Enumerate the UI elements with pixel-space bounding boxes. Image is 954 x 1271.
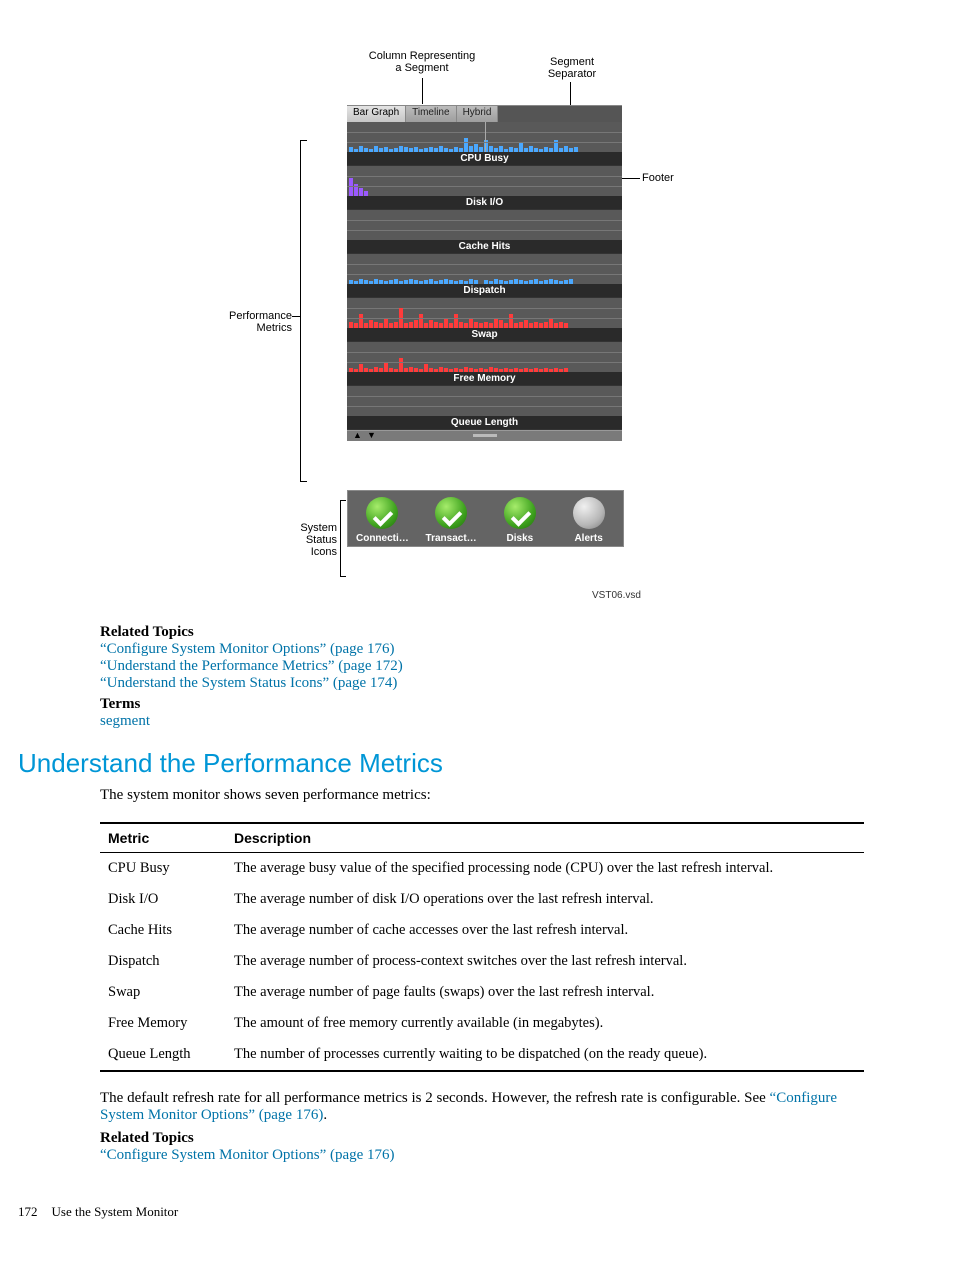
link-configure-options[interactable]: “Configure System Monitor Options” (page… bbox=[100, 641, 395, 657]
system-monitor-diagram: Column Representing a Segment Segment Se… bbox=[202, 50, 762, 610]
intro-paragraph: The system monitor shows seven performan… bbox=[100, 787, 864, 804]
callout-system-status: System Status Icons bbox=[202, 522, 337, 558]
table-row: SwapThe average number of page faults (s… bbox=[100, 977, 864, 1008]
status-grey-icon bbox=[573, 497, 605, 529]
cell-metric: Queue Length bbox=[100, 1039, 226, 1071]
cell-metric: Swap bbox=[100, 977, 226, 1008]
status-ok-icon bbox=[435, 497, 467, 529]
status-label-alerts: Alerts bbox=[557, 533, 621, 544]
cell-description: The average busy value of the specified … bbox=[226, 853, 864, 885]
page-number: 172 bbox=[18, 1204, 38, 1220]
cell-metric: Disk I/O bbox=[100, 884, 226, 915]
section-heading: Understand the Performance Metrics bbox=[18, 748, 864, 779]
table-row: DispatchThe average number of process-co… bbox=[100, 946, 864, 977]
th-metric: Metric bbox=[100, 823, 226, 853]
metric-footer-freemem: Free Memory bbox=[347, 372, 622, 385]
tab-hybrid[interactable]: Hybrid bbox=[457, 106, 499, 122]
tab-timeline[interactable]: Timeline bbox=[406, 106, 456, 122]
table-row: CPU BusyThe average busy value of the sp… bbox=[100, 853, 864, 885]
callout-performance-metrics: Performance Metrics bbox=[202, 310, 292, 334]
cell-metric: Dispatch bbox=[100, 946, 226, 977]
metrics-table: Metric Description CPU BusyThe average b… bbox=[100, 822, 864, 1072]
status-label-transactions: Transact… bbox=[419, 533, 483, 544]
cell-metric: Free Memory bbox=[100, 1008, 226, 1039]
status-ok-icon bbox=[366, 497, 398, 529]
metric-footer-dispatch: Dispatch bbox=[347, 284, 622, 297]
metric-footer-cache: Cache Hits bbox=[347, 240, 622, 253]
metric-footer-swap: Swap bbox=[347, 328, 622, 341]
page-footer: 172 Use the System Monitor bbox=[18, 1204, 864, 1220]
callout-footer: Footer bbox=[642, 172, 674, 184]
cell-description: The number of processes currently waitin… bbox=[226, 1039, 864, 1071]
diagram-filename: VST06.vsd bbox=[592, 590, 641, 601]
link-configure-options-2[interactable]: “Configure System Monitor Options” (page… bbox=[100, 1147, 395, 1163]
term-segment[interactable]: segment bbox=[100, 713, 150, 729]
status-label-connections: Connecti… bbox=[350, 533, 414, 544]
table-row: Disk I/OThe average number of disk I/O o… bbox=[100, 884, 864, 915]
status-ok-icon bbox=[504, 497, 536, 529]
table-row: Free MemoryThe amount of free memory cur… bbox=[100, 1008, 864, 1039]
status-label-disks: Disks bbox=[488, 533, 552, 544]
metric-footer-cpu: CPU Busy bbox=[347, 152, 622, 165]
cell-metric: CPU Busy bbox=[100, 853, 226, 885]
metric-footer-queue: Queue Length bbox=[347, 416, 622, 429]
cell-metric: Cache Hits bbox=[100, 915, 226, 946]
callout-column-representing: Column Representing a Segment bbox=[357, 50, 487, 74]
refresh-paragraph: The default refresh rate for all perform… bbox=[100, 1090, 864, 1124]
page-title: Use the System Monitor bbox=[52, 1204, 179, 1220]
link-understand-metrics[interactable]: “Understand the Performance Metrics” (pa… bbox=[100, 658, 403, 674]
cell-description: The amount of free memory currently avai… bbox=[226, 1008, 864, 1039]
related-topics-heading-2: Related Topics bbox=[100, 1130, 864, 1147]
metric-footer-disk: Disk I/O bbox=[347, 196, 622, 209]
table-row: Cache HitsThe average number of cache ac… bbox=[100, 915, 864, 946]
related-topics-heading: Related Topics bbox=[100, 624, 864, 641]
terms-heading: Terms bbox=[100, 696, 864, 713]
monitor-panel: Bar Graph Timeline Hybrid CPU Busy Disk … bbox=[347, 105, 622, 441]
th-description: Description bbox=[226, 823, 864, 853]
callout-segment-separator: Segment Separator bbox=[527, 56, 617, 80]
table-row: Queue LengthThe number of processes curr… bbox=[100, 1039, 864, 1071]
link-understand-status[interactable]: “Understand the System Status Icons” (pa… bbox=[100, 675, 397, 691]
cell-description: The average number of process-context sw… bbox=[226, 946, 864, 977]
status-area: Connecti… Transact… Disks Alerts bbox=[347, 490, 624, 547]
cell-description: The average number of page faults (swaps… bbox=[226, 977, 864, 1008]
cell-description: The average number of disk I/O operation… bbox=[226, 884, 864, 915]
cell-description: The average number of cache accesses ove… bbox=[226, 915, 864, 946]
tab-bar-graph[interactable]: Bar Graph bbox=[347, 106, 406, 122]
